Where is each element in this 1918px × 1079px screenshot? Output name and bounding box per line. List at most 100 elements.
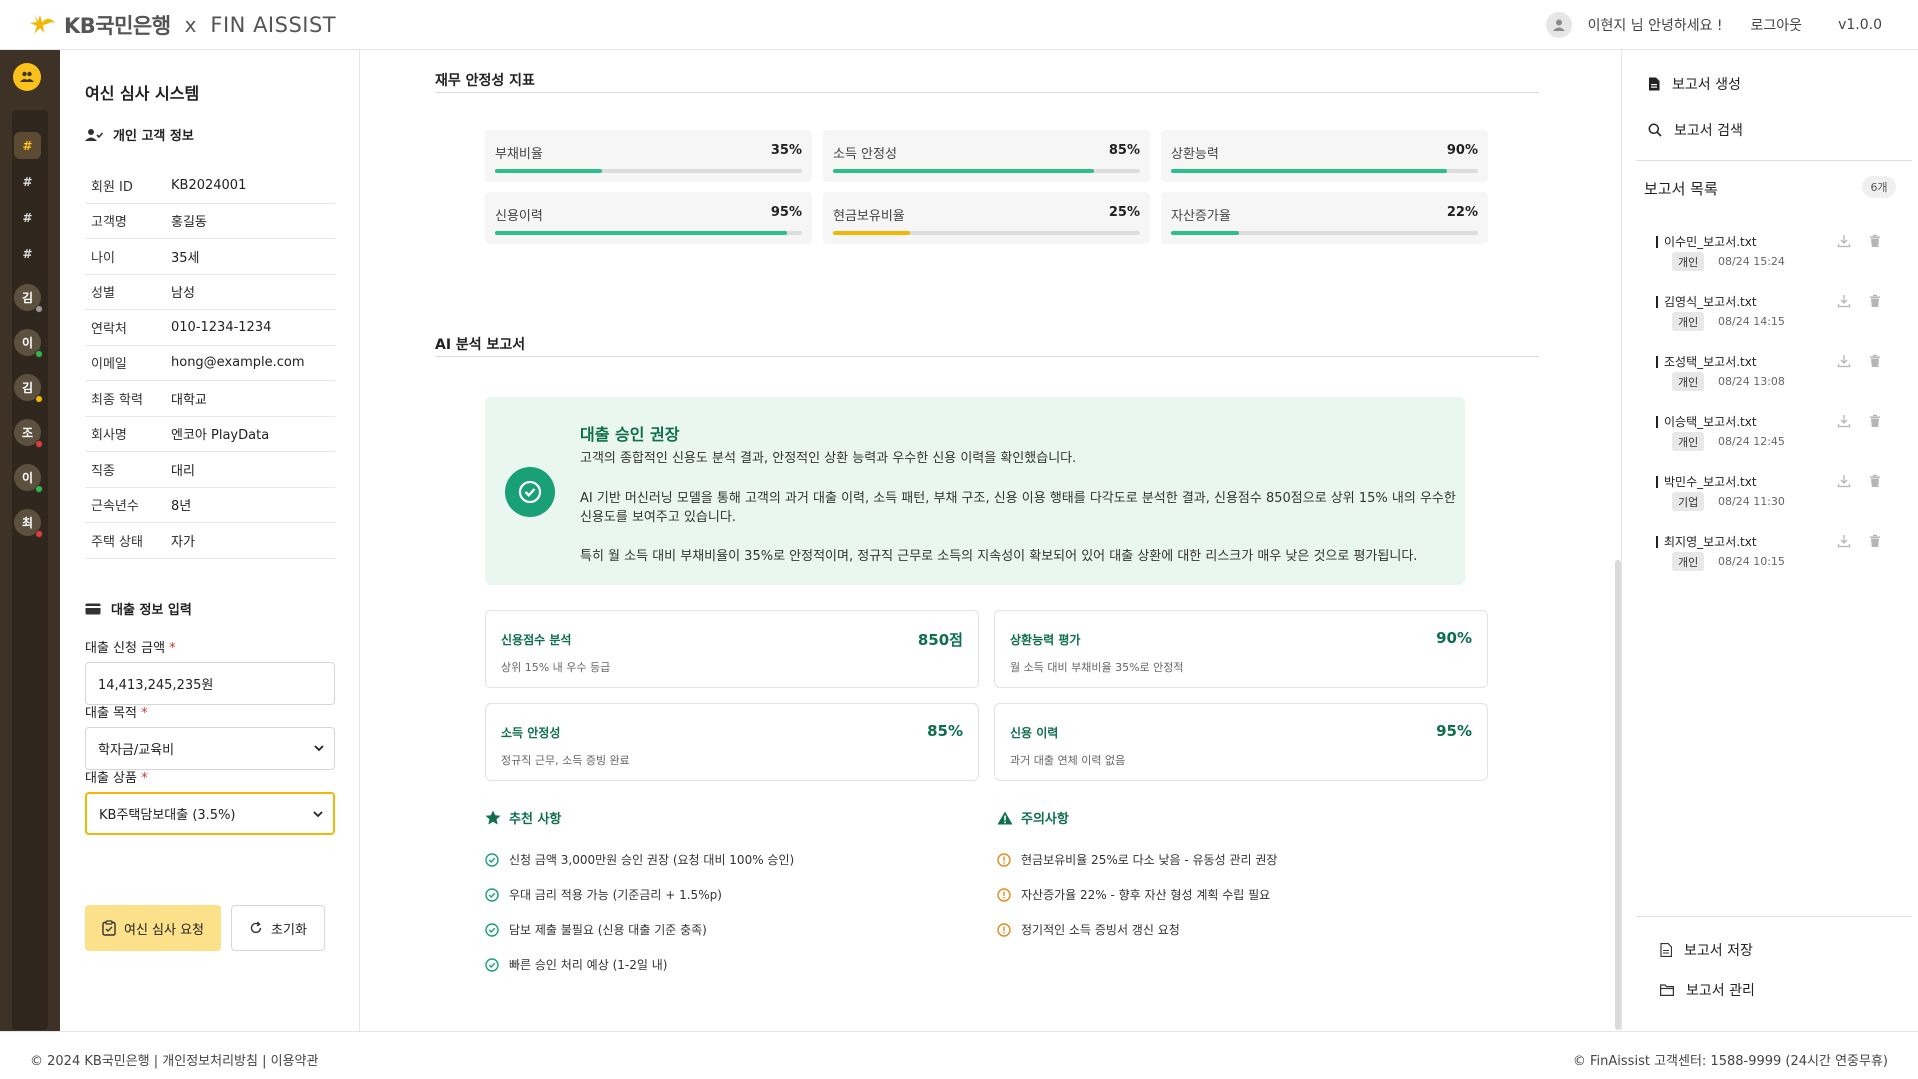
metric-value: 22% [1446,205,1478,220]
folder-icon [1660,984,1674,996]
download-icon[interactable] [1837,294,1851,308]
info-key: 회원 ID [91,179,133,195]
clipboard-icon [102,920,116,936]
caution-item: 자산증가율 22% - 향후 자산 형성 계획 수립 필요 [997,886,1270,903]
loan-amount-input[interactable]: 14,413,245,235원 [85,662,335,705]
info-value: 35세 [171,250,200,266]
rail-user-1[interactable]: 김 [14,284,43,313]
report-tag: 개인 [1672,372,1705,391]
metric-fill [833,231,910,235]
download-icon[interactable] [1837,414,1851,428]
metric-label: 소득 안정성 [833,147,897,162]
create-report-button[interactable]: 보고서 생성 [1648,74,1741,94]
app-header: KB국민은행 x FIN AISSIST 이현지 님 안녕하세요 ! 로그아웃 … [0,0,1918,50]
caution-text: 현금보유비율 25%로 다소 낮음 - 유동성 관리 권장 [1021,853,1278,867]
recommend-item: 신청 금액 3,000만원 승인 권장 (요청 대비 100% 승인) [485,851,794,868]
panel-divider [1636,160,1912,161]
rail-user-3[interactable]: 김 [14,374,43,403]
main-content: 재무 안정성 지표 부채비율 35% 소득 안정성 85% 상환능력 90% 신… [361,50,1621,1031]
recommend-header: 추천 사항 [485,808,561,827]
rail-user-initial: 김 [21,291,34,305]
user-avatar-icon[interactable] [1545,12,1572,38]
card-subtitle: 정규직 근무, 소득 증빙 완료 [501,754,630,767]
rail-user-initial: 최 [21,516,34,530]
footer-links[interactable]: © 2024 KB국민은행 | 개인정보처리방침 | 이용약관 [30,1050,318,1069]
required-mark: * [169,641,176,656]
report-marker [1656,476,1658,488]
info-value: 홍길동 [171,215,207,231]
metric-label: 자산증가율 [1171,209,1231,224]
report-date: 08/24 12:45 [1718,435,1785,448]
amount-label-text: 대출 신청 금액 [85,641,166,656]
required-mark: * [141,771,148,786]
report-count-badge: 6개 [1862,176,1896,198]
info-row: 나이 35세 [85,239,335,275]
rail-user-5[interactable]: 이 [14,464,43,493]
rail-channel-1[interactable]: # [14,132,41,159]
trash-icon[interactable] [1868,474,1882,488]
trash-icon[interactable] [1868,294,1882,308]
download-icon[interactable] [1837,474,1851,488]
purpose-label-text: 대출 목적 [85,706,137,721]
search-report-button[interactable]: 보고서 검색 [1648,120,1743,140]
status-dot [35,530,43,538]
brand-logo[interactable]: KB국민은행 x FIN AISSIST [28,12,336,38]
alert-circle-icon [997,852,1011,867]
download-icon[interactable] [1837,534,1851,548]
rail-channel-3[interactable]: # [14,204,41,231]
metric-income-stability: 소득 안정성 85% [823,130,1150,182]
download-icon[interactable] [1837,234,1851,248]
rail-channel-2[interactable]: # [14,168,41,195]
file-icon [1649,77,1660,91]
required-mark: * [141,706,148,721]
loan-product-value: KB주택담보대출 (3.5%) [99,808,236,823]
report-item[interactable]: 박민수_보고서.txt 기업 08/24 11:30 [1656,468,1906,528]
logout-link[interactable]: 로그아웃 [1751,15,1803,35]
info-key: 직종 [91,463,115,479]
save-report-button[interactable]: 보고서 저장 [1660,940,1753,960]
loan-amount-value: 14,413,245,235원 [98,678,214,693]
reset-button[interactable]: 초기화 [231,905,325,951]
rail-user-6[interactable]: 최 [14,509,43,538]
loan-purpose-select[interactable]: 학자금/교육비 [85,727,335,770]
section-divider [435,92,1539,93]
download-icon[interactable] [1837,354,1851,368]
trash-icon[interactable] [1868,414,1882,428]
report-item[interactable]: 이수민_보고서.txt 개인 08/24 15:24 [1656,228,1906,288]
trash-icon[interactable] [1868,354,1882,368]
info-key: 연락처 [91,321,127,337]
info-key: 고객명 [91,215,127,231]
trash-icon[interactable] [1868,534,1882,548]
metric-label: 현금보유비율 [833,209,905,224]
group-icon[interactable] [13,63,41,91]
loan-product-select[interactable]: KB주택담보대출 (3.5%) [85,792,335,835]
kb-star-icon [30,15,55,34]
rail-user-4[interactable]: 조 [14,419,43,448]
card-value: 850점 [917,631,963,649]
report-item[interactable]: 조성택_보고서.txt 개인 08/24 13:08 [1656,348,1906,408]
report-tag: 개인 [1672,552,1705,571]
info-row: 이메일 hong@example.com [85,346,335,381]
alert-circle-icon [997,922,1011,937]
recommend-text: 우대 금리 적용 가능 (기준금리 + 1.5%p) [509,888,722,902]
report-item[interactable]: 최지영_보고서.txt 개인 08/24 10:15 [1656,528,1906,588]
product-label-text: 대출 상품 [85,771,137,786]
submit-review-button[interactable]: 여신 심사 요청 [85,905,221,951]
report-marker [1656,296,1658,308]
report-name: 최지영_보고서.txt [1664,535,1757,549]
info-key: 주택 상태 [91,534,143,550]
info-key: 이메일 [91,357,127,373]
metric-value: 90% [1446,143,1478,158]
manage-report-button[interactable]: 보고서 관리 [1660,980,1755,1000]
rail-user-2[interactable]: 이 [14,329,43,358]
rail-channel-4[interactable]: # [14,240,41,267]
report-item[interactable]: 이승택_보고서.txt 개인 08/24 12:45 [1656,408,1906,468]
report-item[interactable]: 김영식_보고서.txt 개인 08/24 14:15 [1656,288,1906,348]
check-circle-icon [485,957,499,972]
metric-fill [1171,169,1448,173]
report-name: 조성택_보고서.txt [1664,355,1757,369]
info-value: hong@example.com [171,355,305,371]
metric-track [1171,231,1478,235]
report-date: 08/24 13:08 [1718,375,1785,388]
trash-icon[interactable] [1868,234,1882,248]
